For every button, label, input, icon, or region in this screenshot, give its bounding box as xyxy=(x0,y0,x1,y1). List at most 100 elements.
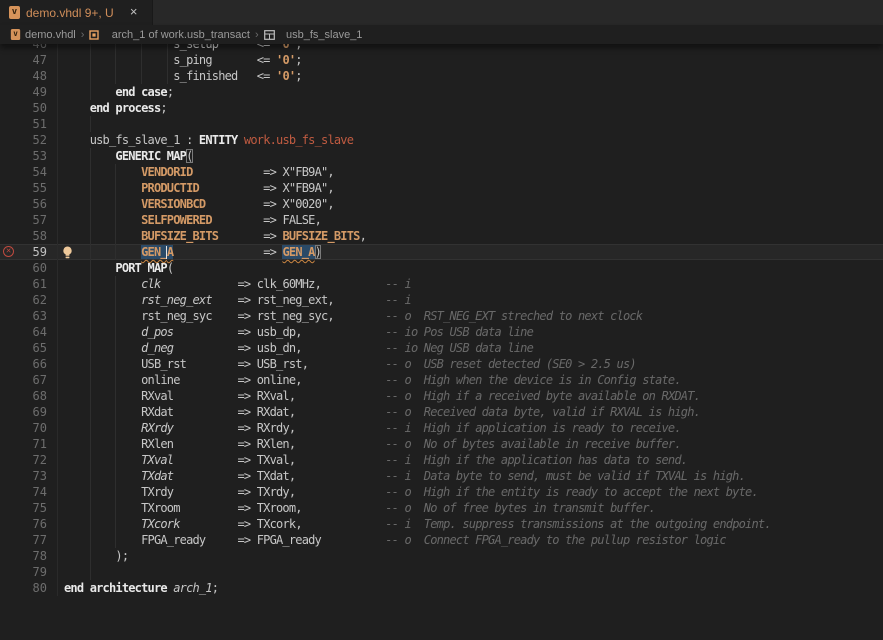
code-line-51[interactable]: 51 xyxy=(0,116,883,132)
code-line-61[interactable]: 61 clk => clk_60MHz, -- i xyxy=(0,276,883,292)
indent-guide xyxy=(90,116,91,132)
line-number[interactable]: 65 xyxy=(0,340,47,356)
code-text: USB_rst => USB_rst, -- o USB reset detec… xyxy=(64,356,636,372)
code-line-77[interactable]: 77 FPGA_ready => FPGA_ready -- o Connect… xyxy=(0,532,883,548)
line-number[interactable]: 58 xyxy=(0,228,47,244)
line-number[interactable]: 48 xyxy=(0,68,47,84)
line-number[interactable]: 76 xyxy=(0,516,47,532)
code-text: ); xyxy=(64,548,128,564)
code-line-54[interactable]: 54 VENDORID => X"FB9A", xyxy=(0,164,883,180)
line-number[interactable]: 54 xyxy=(0,164,47,180)
code-line-49[interactable]: 49 end case; xyxy=(0,84,883,100)
code-editor[interactable]: 46 s_setup <= '0';47 s_ping <= '0';48 s_… xyxy=(0,44,883,640)
line-number[interactable]: 49 xyxy=(0,84,47,100)
gutter-divider xyxy=(57,100,58,116)
code-line-56[interactable]: 56 VERSIONBCD => X"0020", xyxy=(0,196,883,212)
gutter-divider xyxy=(57,276,58,292)
line-number[interactable]: 80 xyxy=(0,580,47,596)
breadcrumb-item-file[interactable]: demo.vhdl xyxy=(10,28,76,41)
code-line-80[interactable]: 80end architecture arch_1; xyxy=(0,580,883,596)
gutter-divider xyxy=(57,388,58,404)
line-number[interactable]: 75 xyxy=(0,500,47,516)
line-number[interactable]: 53 xyxy=(0,148,47,164)
code-line-48[interactable]: 48 s_finished <= '0'; xyxy=(0,68,883,84)
gutter-divider xyxy=(57,484,58,500)
code-line-59[interactable]: 59✕ GEN_A => GEN_A) xyxy=(0,244,883,260)
code-text: end case; xyxy=(64,84,173,100)
line-number[interactable]: 68 xyxy=(0,388,47,404)
code-line-68[interactable]: 68 RXval => RXval, -- o High if a receiv… xyxy=(0,388,883,404)
gutter-divider xyxy=(57,532,58,548)
code-line-67[interactable]: 67 online => online, -- o High when the … xyxy=(0,372,883,388)
code-line-73[interactable]: 73 TXdat => TXdat, -- i Data byte to sen… xyxy=(0,468,883,484)
line-number[interactable]: 66 xyxy=(0,356,47,372)
code-line-64[interactable]: 64 d_pos => usb_dp, -- io Pos USB data l… xyxy=(0,324,883,340)
line-number[interactable]: 60 xyxy=(0,260,47,276)
code-line-53[interactable]: 53 GENERIC MAP( xyxy=(0,148,883,164)
vhdl-file-icon xyxy=(9,6,20,19)
code-text: TXval => TXval, -- i High if the applica… xyxy=(64,452,687,468)
line-number[interactable]: 67 xyxy=(0,372,47,388)
gutter-divider xyxy=(57,340,58,356)
code-line-52[interactable]: 52 usb_fs_slave_1 : ENTITY work.usb_fs_s… xyxy=(0,132,883,148)
symbol-class-icon xyxy=(89,6,107,64)
line-number[interactable]: 61 xyxy=(0,276,47,292)
code-line-62[interactable]: 62 rst_neg_ext => rst_neg_ext, -- i xyxy=(0,292,883,308)
code-line-50[interactable]: 50 end process; xyxy=(0,100,883,116)
line-number[interactable]: 70 xyxy=(0,420,47,436)
gutter-divider xyxy=(57,452,58,468)
gutter-divider xyxy=(57,244,58,260)
gutter-divider xyxy=(57,260,58,276)
line-number[interactable]: 52 xyxy=(0,132,47,148)
line-number[interactable]: 51 xyxy=(0,116,47,132)
code-line-70[interactable]: 70 RXrdy => RXrdy, -- i High if applicat… xyxy=(0,420,883,436)
gutter-divider xyxy=(57,516,58,532)
line-number[interactable]: 74 xyxy=(0,484,47,500)
code-line-63[interactable]: 63 rst_neg_syc => rst_neg_syc, -- o RST_… xyxy=(0,308,883,324)
gutter-divider xyxy=(57,468,58,484)
line-number[interactable]: 56 xyxy=(0,196,47,212)
code-text: RXrdy => RXrdy, -- i High if application… xyxy=(64,420,681,436)
line-number[interactable]: 78 xyxy=(0,548,47,564)
code-line-72[interactable]: 72 TXval => TXval, -- i High if the appl… xyxy=(0,452,883,468)
code-line-55[interactable]: 55 PRODUCTID => X"FB9A", xyxy=(0,180,883,196)
code-line-66[interactable]: 66 USB_rst => USB_rst, -- o USB reset de… xyxy=(0,356,883,372)
gutter-divider xyxy=(57,196,58,212)
code-line-79[interactable]: 79 xyxy=(0,564,883,580)
code-line-69[interactable]: 69 RXdat => RXdat, -- o Received data by… xyxy=(0,404,883,420)
code-text: FPGA_ready => FPGA_ready -- o Connect FP… xyxy=(64,532,726,548)
line-number[interactable]: 55 xyxy=(0,180,47,196)
code-line-60[interactable]: 60 PORT MAP( xyxy=(0,260,883,276)
breadcrumb-item-architecture[interactable]: arch_1 of work.usb_transact xyxy=(89,6,250,64)
gutter-divider xyxy=(57,68,58,84)
code-line-57[interactable]: 57 SELFPOWERED => FALSE, xyxy=(0,212,883,228)
code-line-65[interactable]: 65 d_neg => usb_dn, -- io Neg USB data l… xyxy=(0,340,883,356)
line-number[interactable]: 79 xyxy=(0,564,47,580)
code-line-74[interactable]: 74 TXrdy => TXrdy, -- o High if the enti… xyxy=(0,484,883,500)
gutter-divider xyxy=(57,372,58,388)
code-text: rst_neg_ext => rst_neg_ext, -- i xyxy=(64,292,411,308)
symbol-module-icon xyxy=(264,6,282,64)
line-number[interactable]: 57 xyxy=(0,212,47,228)
code-line-76[interactable]: 76 TXcork => TXcork, -- i Temp. suppress… xyxy=(0,516,883,532)
line-number[interactable]: 46 xyxy=(0,44,47,52)
code-line-75[interactable]: 75 TXroom => TXroom, -- o No of free byt… xyxy=(0,500,883,516)
gutter-divider xyxy=(57,500,58,516)
line-number[interactable]: 62 xyxy=(0,292,47,308)
line-number[interactable]: 71 xyxy=(0,436,47,452)
code-line-58[interactable]: 58 BUFSIZE_BITS => BUFSIZE_BITS, xyxy=(0,228,883,244)
code-line-71[interactable]: 71 RXlen => RXlen, -- o No of bytes avai… xyxy=(0,436,883,452)
line-number[interactable]: 63 xyxy=(0,308,47,324)
code-text: VENDORID => X"FB9A", xyxy=(64,164,334,180)
line-number[interactable]: 73 xyxy=(0,468,47,484)
gutter-divider xyxy=(57,564,58,580)
line-number[interactable]: 47 xyxy=(0,52,47,68)
breadcrumb-item-instance[interactable]: usb_fs_slave_1 xyxy=(264,6,363,64)
code-line-78[interactable]: 78 ); xyxy=(0,548,883,564)
line-number[interactable]: 69 xyxy=(0,404,47,420)
line-number[interactable]: 50 xyxy=(0,100,47,116)
line-number[interactable]: 77 xyxy=(0,532,47,548)
line-number[interactable]: 72 xyxy=(0,452,47,468)
line-number[interactable]: 64 xyxy=(0,324,47,340)
gutter-divider xyxy=(57,324,58,340)
